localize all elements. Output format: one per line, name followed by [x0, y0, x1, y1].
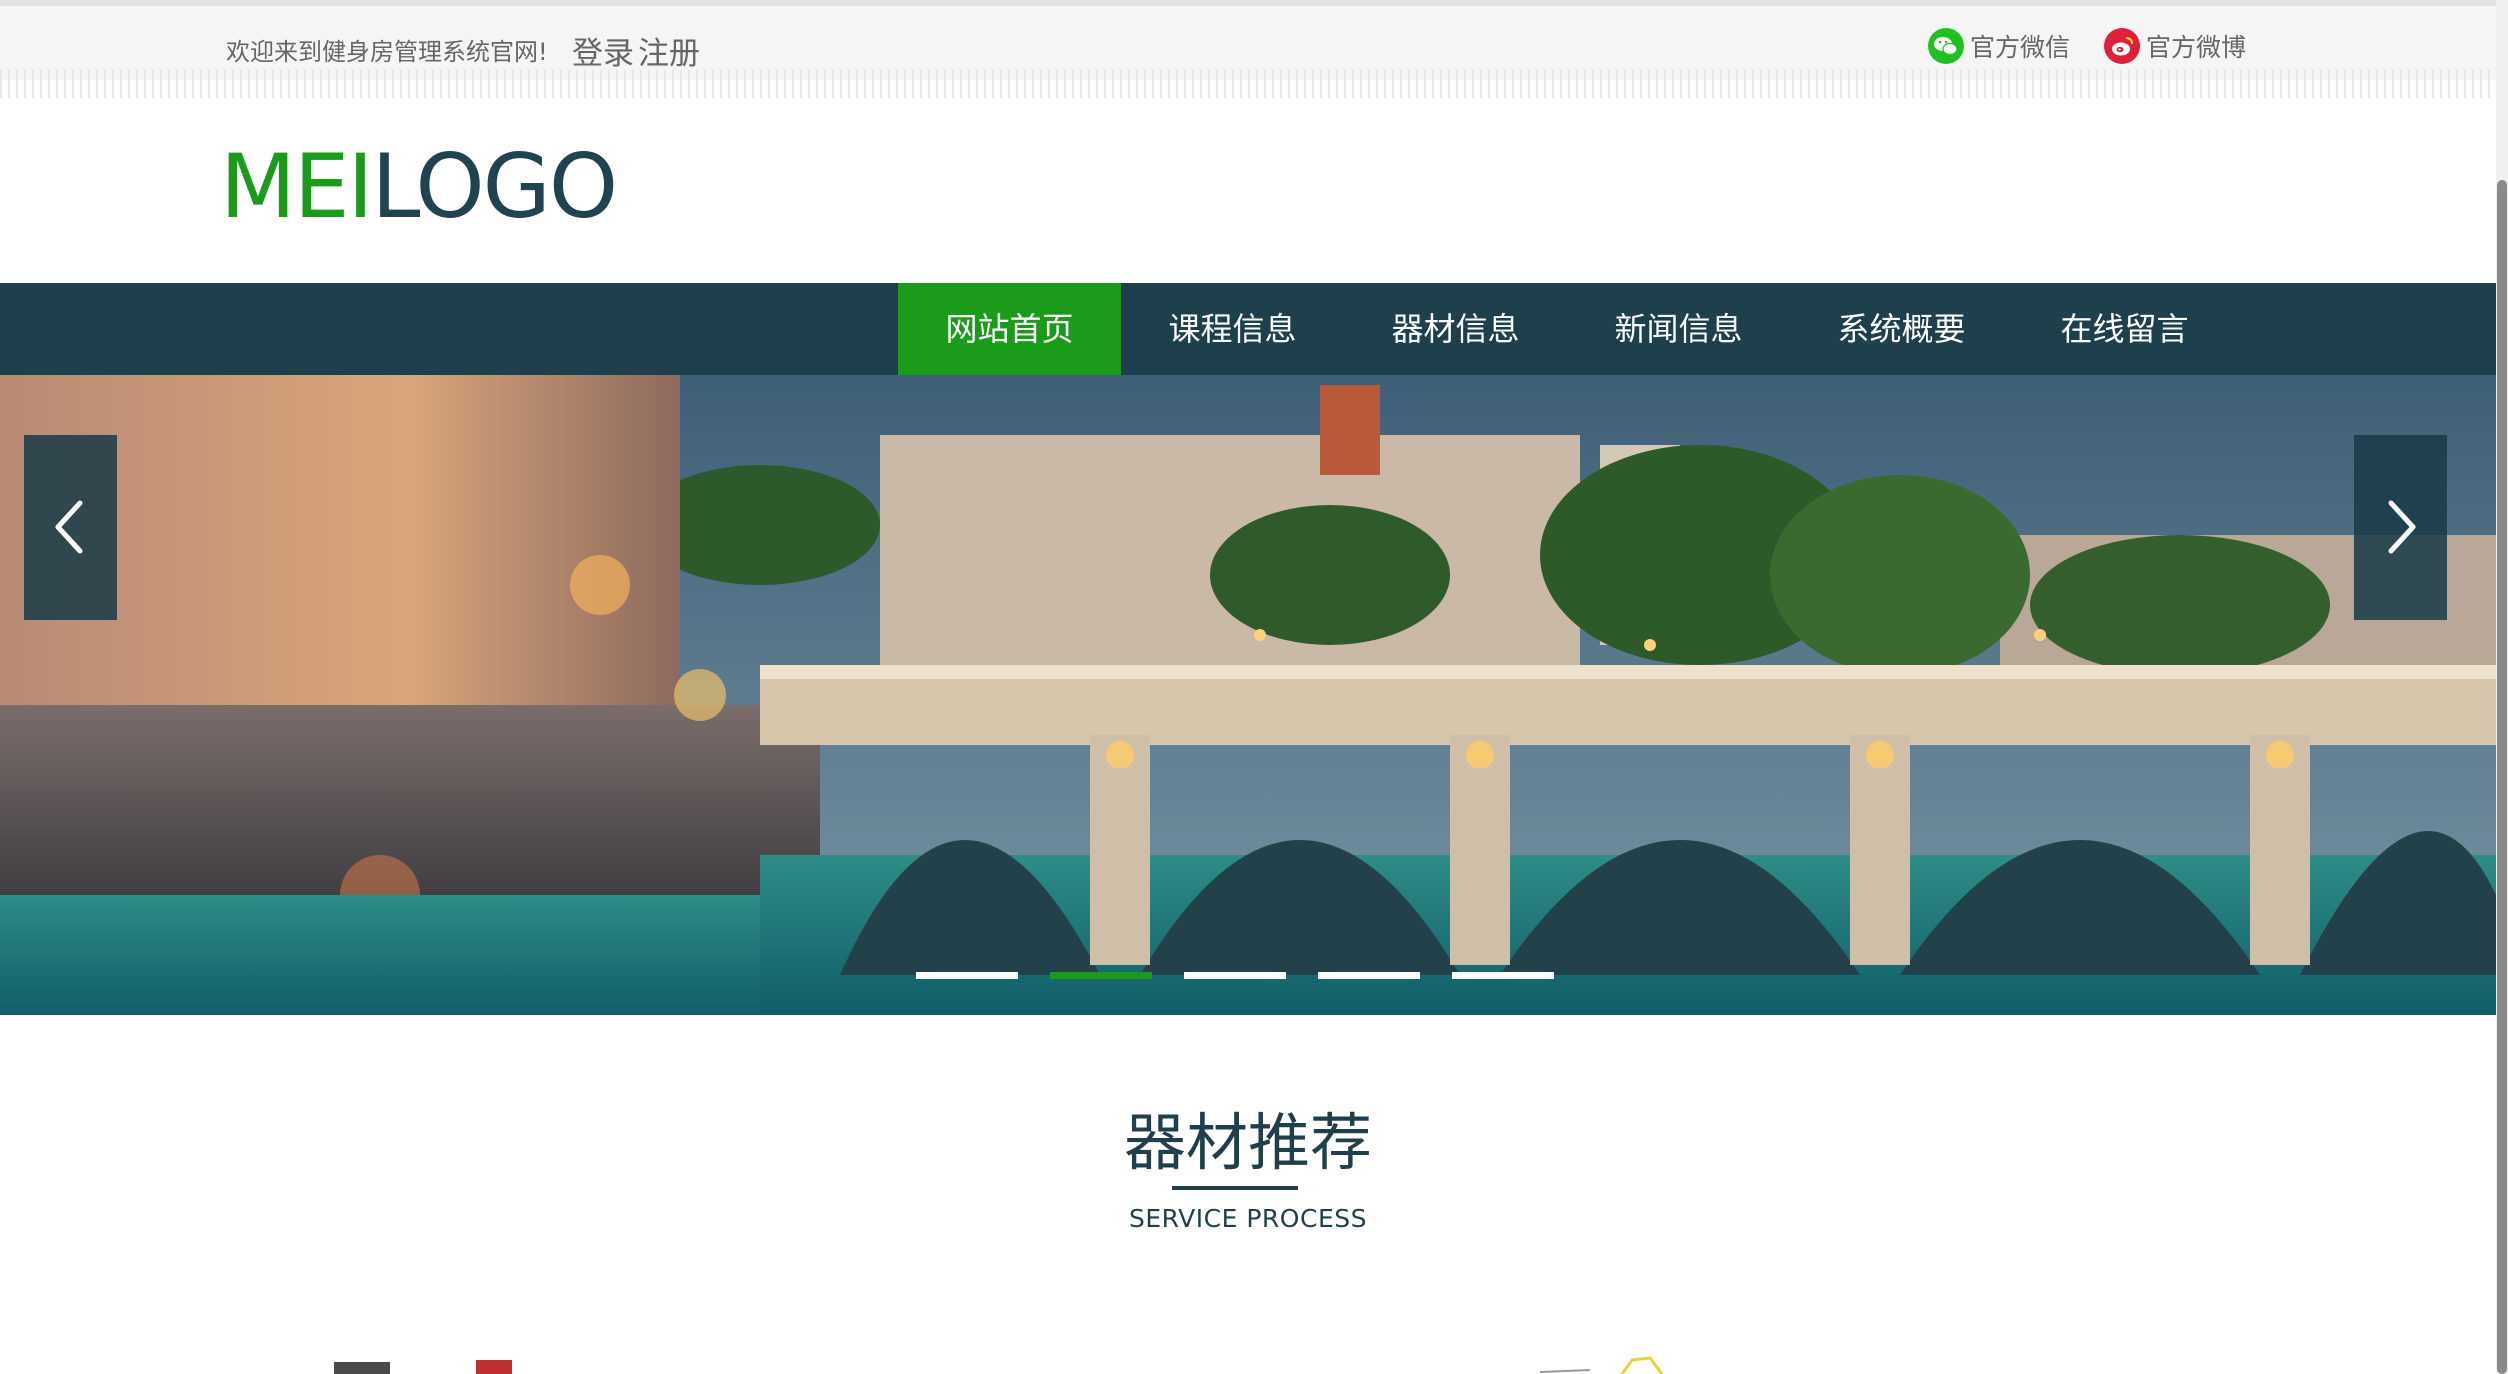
chevron-left-icon	[55, 500, 83, 554]
section-title: 器材推荐	[1123, 1106, 1372, 1179]
top-bar: 欢迎来到健身房管理系统官网! 登录 注册 官方微信 官方微博	[0, 0, 2496, 98]
wechat-label: 官方微信	[1970, 33, 2071, 62]
nav-item-courses[interactable]: 课程信息	[1121, 283, 1344, 375]
hero-carousel	[0, 375, 2496, 1015]
weibo-link[interactable]: 官方微博	[2104, 28, 2246, 64]
nav-item-equipment[interactable]: 器材信息	[1344, 283, 1567, 375]
logo-part-mei: MEI	[220, 135, 373, 238]
hero-image	[0, 375, 2496, 1015]
weibo-label: 官方微博	[2146, 33, 2247, 62]
wechat-icon	[1928, 28, 1964, 64]
carousel-dot-1[interactable]	[916, 972, 1018, 979]
welcome-text: 欢迎来到健身房管理系统官网!	[226, 38, 548, 66]
login-link[interactable]: 登录	[572, 28, 634, 73]
carousel-dot-5[interactable]	[1452, 972, 1554, 979]
section-divider	[1172, 1186, 1298, 1190]
carousel-dot-3[interactable]	[1184, 972, 1286, 979]
carousel-dot-2[interactable]	[1050, 972, 1152, 979]
carousel-dot-4[interactable]	[1318, 972, 1420, 979]
scrollbar-thumb[interactable]	[2497, 180, 2507, 1374]
nav-item-news[interactable]: 新闻信息	[1567, 283, 1790, 375]
product-image-peek-1[interactable]	[330, 1356, 520, 1374]
nav-item-home[interactable]: 网站首页	[898, 283, 1121, 375]
page-scrollbar[interactable]	[2496, 0, 2508, 1374]
carousel-indicators	[916, 972, 1586, 979]
weibo-icon	[2104, 28, 2140, 64]
register-link[interactable]: 注册	[638, 28, 700, 73]
carousel-prev-button[interactable]	[24, 435, 117, 620]
chevron-right-icon	[2388, 500, 2416, 554]
carousel-next-button[interactable]	[2354, 435, 2447, 620]
wechat-link[interactable]: 官方微信	[1928, 28, 2070, 64]
decorative-strip	[0, 70, 2496, 98]
section-subtitle: SERVICE PROCESS	[1129, 1204, 1367, 1233]
main-nav: 网站首页 课程信息 器材信息 新闻信息 系统概要 在线留言	[0, 283, 2496, 375]
nav-item-overview[interactable]: 系统概要	[1790, 283, 2013, 375]
logo-part-logo: LOGO	[371, 135, 618, 238]
nav-item-messages[interactable]: 在线留言	[2013, 283, 2236, 375]
product-image-peek-2[interactable]	[1530, 1356, 1670, 1374]
site-logo[interactable]: MEILOGO	[220, 132, 618, 242]
